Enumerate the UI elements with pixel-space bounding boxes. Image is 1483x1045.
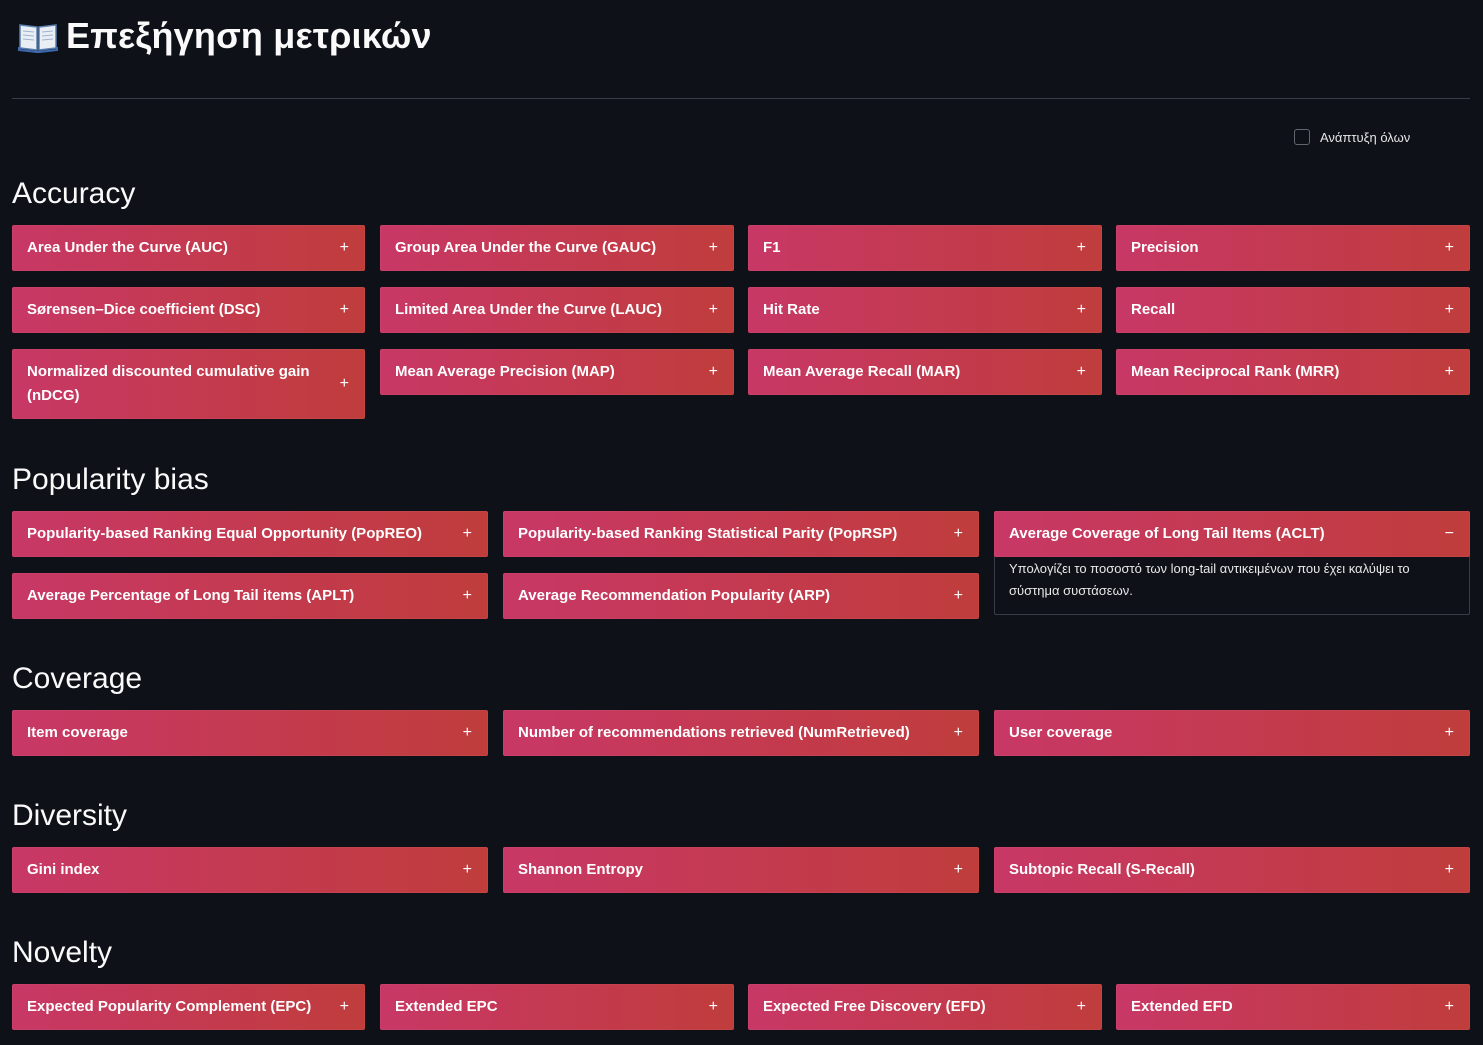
expand-icon: + [462,587,472,604]
expand-icon: + [953,587,963,604]
expand-all-checkbox[interactable] [1294,129,1310,145]
expand-icon: + [339,301,349,318]
metric-label: Normalized discounted cumulative gain (n… [27,363,310,404]
expand-all-label: Ανάπτυξη όλων [1320,129,1411,145]
expand-icon: + [1076,998,1086,1015]
metric-card-numretrieved[interactable]: Number of recommendations retrieved (Num… [503,710,979,756]
metric-card-gini-index[interactable]: Gini index + [12,847,488,893]
metric-label: Mean Average Precision (MAP) [395,363,615,380]
metric-label: Mean Average Recall (MAR) [763,363,961,380]
metric-card-poprsp[interactable]: Popularity-based Ranking Statistical Par… [503,511,979,557]
metric-card-item-coverage[interactable]: Item coverage + [12,710,488,756]
metric-card-user-coverage[interactable]: User coverage + [994,710,1470,756]
metric-label: F1 [763,239,781,256]
metric-card-lauc[interactable]: Limited Area Under the Curve (LAUC) + [380,287,734,333]
expand-icon: + [1444,861,1454,878]
metric-label: Expected Free Discovery (EFD) [763,998,986,1015]
header-divider [12,98,1470,99]
expand-icon: + [708,239,718,256]
metric-label: Number of recommendations retrieved (Num… [518,724,910,741]
metric-label: Sørensen–Dice coefficient (DSC) [27,301,261,318]
metric-description: Υπολογίζει το ποσοστό των long-tail αντι… [1009,561,1410,598]
metric-card-arp[interactable]: Average Recommendation Popularity (ARP) … [503,573,979,619]
expand-icon: + [1444,998,1454,1015]
expand-icon: + [1076,363,1086,380]
metric-label: User coverage [1009,724,1113,741]
page-title: Επεξήγηση μετρικών [18,10,432,62]
metric-card-hit-rate[interactable]: Hit Rate + [748,287,1102,333]
expand-icon: + [462,525,472,542]
metric-card-f1[interactable]: F1 + [748,225,1102,271]
section-heading-coverage: Coverage [12,662,143,695]
metric-label: Mean Reciprocal Rank (MRR) [1131,363,1340,380]
expand-icon: + [1076,239,1086,256]
metrics-explanation-page: Επεξήγηση μετρικών Ανάπτυξη όλων Accurac… [0,0,1483,1045]
metric-card-aclt[interactable]: Average Coverage of Long Tail Items (ACL… [994,511,1470,557]
metric-card-aplt[interactable]: Average Percentage of Long Tail items (A… [12,573,488,619]
section-heading-diversity: Diversity [12,799,128,832]
expand-icon: + [1076,301,1086,318]
section-heading-accuracy: Accuracy [12,177,136,210]
metric-card-precision[interactable]: Precision + [1116,225,1470,271]
metric-card-gauc[interactable]: Group Area Under the Curve (GAUC) + [380,225,734,271]
metric-card-map[interactable]: Mean Average Precision (MAP) + [380,349,734,395]
metric-card-efd[interactable]: Expected Free Discovery (EFD) + [748,984,1102,1030]
collapse-icon: − [1444,525,1454,542]
metric-label: Average Coverage of Long Tail Items (ACL… [1009,525,1325,542]
metric-card-ndcg[interactable]: Normalized discounted cumulative gain (n… [12,349,365,419]
metric-card-mrr[interactable]: Mean Reciprocal Rank (MRR) + [1116,349,1470,395]
metric-label: Group Area Under the Curve (GAUC) [395,239,657,256]
section-heading-novelty: Novelty [12,936,113,969]
metric-label: Precision [1131,239,1199,256]
metric-label: Shannon Entropy [518,861,643,878]
metric-label: Recall [1131,301,1176,318]
metric-card-shannon-entropy[interactable]: Shannon Entropy + [503,847,979,893]
expand-icon: + [1444,301,1454,318]
metric-label: Item coverage [27,724,128,741]
expand-icon: + [339,239,349,256]
metric-panel-aclt-expanded: Average Coverage of Long Tail Items (ACL… [994,511,1470,615]
metric-card-recall[interactable]: Recall + [1116,287,1470,333]
metric-label: Popularity-based Ranking Equal Opportuni… [27,525,423,542]
expand-icon: + [1444,724,1454,741]
expand-icon: + [953,861,963,878]
metric-label: Limited Area Under the Curve (LAUC) [395,301,662,318]
metric-label: Area Under the Curve (AUC) [27,239,228,256]
metric-card-extended-efd[interactable]: Extended EFD + [1116,984,1470,1030]
page-title-text: Επεξήγηση μετρικών [66,15,432,56]
expand-icon: + [462,724,472,741]
expand-all-toggle[interactable]: Ανάπτυξη όλων [1294,129,1410,145]
metric-label: Gini index [27,861,100,878]
metric-card-mar[interactable]: Mean Average Recall (MAR) + [748,349,1102,395]
metric-card-epc[interactable]: Expected Popularity Complement (EPC) + [12,984,365,1030]
expand-icon: + [708,301,718,318]
metric-label: Extended EPC [395,998,498,1015]
metric-label: Expected Popularity Complement (EPC) [27,998,312,1015]
metric-card-popreo[interactable]: Popularity-based Ranking Equal Opportuni… [12,511,488,557]
expand-icon: + [1444,363,1454,380]
metric-label: Average Recommendation Popularity (ARP) [518,587,831,604]
metric-label: Hit Rate [763,301,820,318]
expand-icon: + [1444,239,1454,256]
expand-icon: + [953,525,963,542]
metric-label: Extended EFD [1131,998,1233,1015]
metric-card-s-recall[interactable]: Subtopic Recall (S-Recall) + [994,847,1470,893]
metric-label: Subtopic Recall (S-Recall) [1009,861,1195,878]
metric-card-extended-epc[interactable]: Extended EPC + [380,984,734,1030]
expand-icon: + [953,724,963,741]
open-book-icon [18,19,58,53]
metric-card-dsc[interactable]: Sørensen–Dice coefficient (DSC) + [12,287,365,333]
expand-icon: + [339,375,349,392]
expand-icon: + [708,363,718,380]
metric-card-auc[interactable]: Area Under the Curve (AUC) + [12,225,365,271]
expand-icon: + [708,998,718,1015]
expand-icon: + [339,998,349,1015]
section-heading-popularity-bias: Popularity bias [12,463,209,496]
expand-icon: + [462,861,472,878]
metric-label: Average Percentage of Long Tail items (A… [27,587,355,604]
metric-label: Popularity-based Ranking Statistical Par… [518,525,898,542]
